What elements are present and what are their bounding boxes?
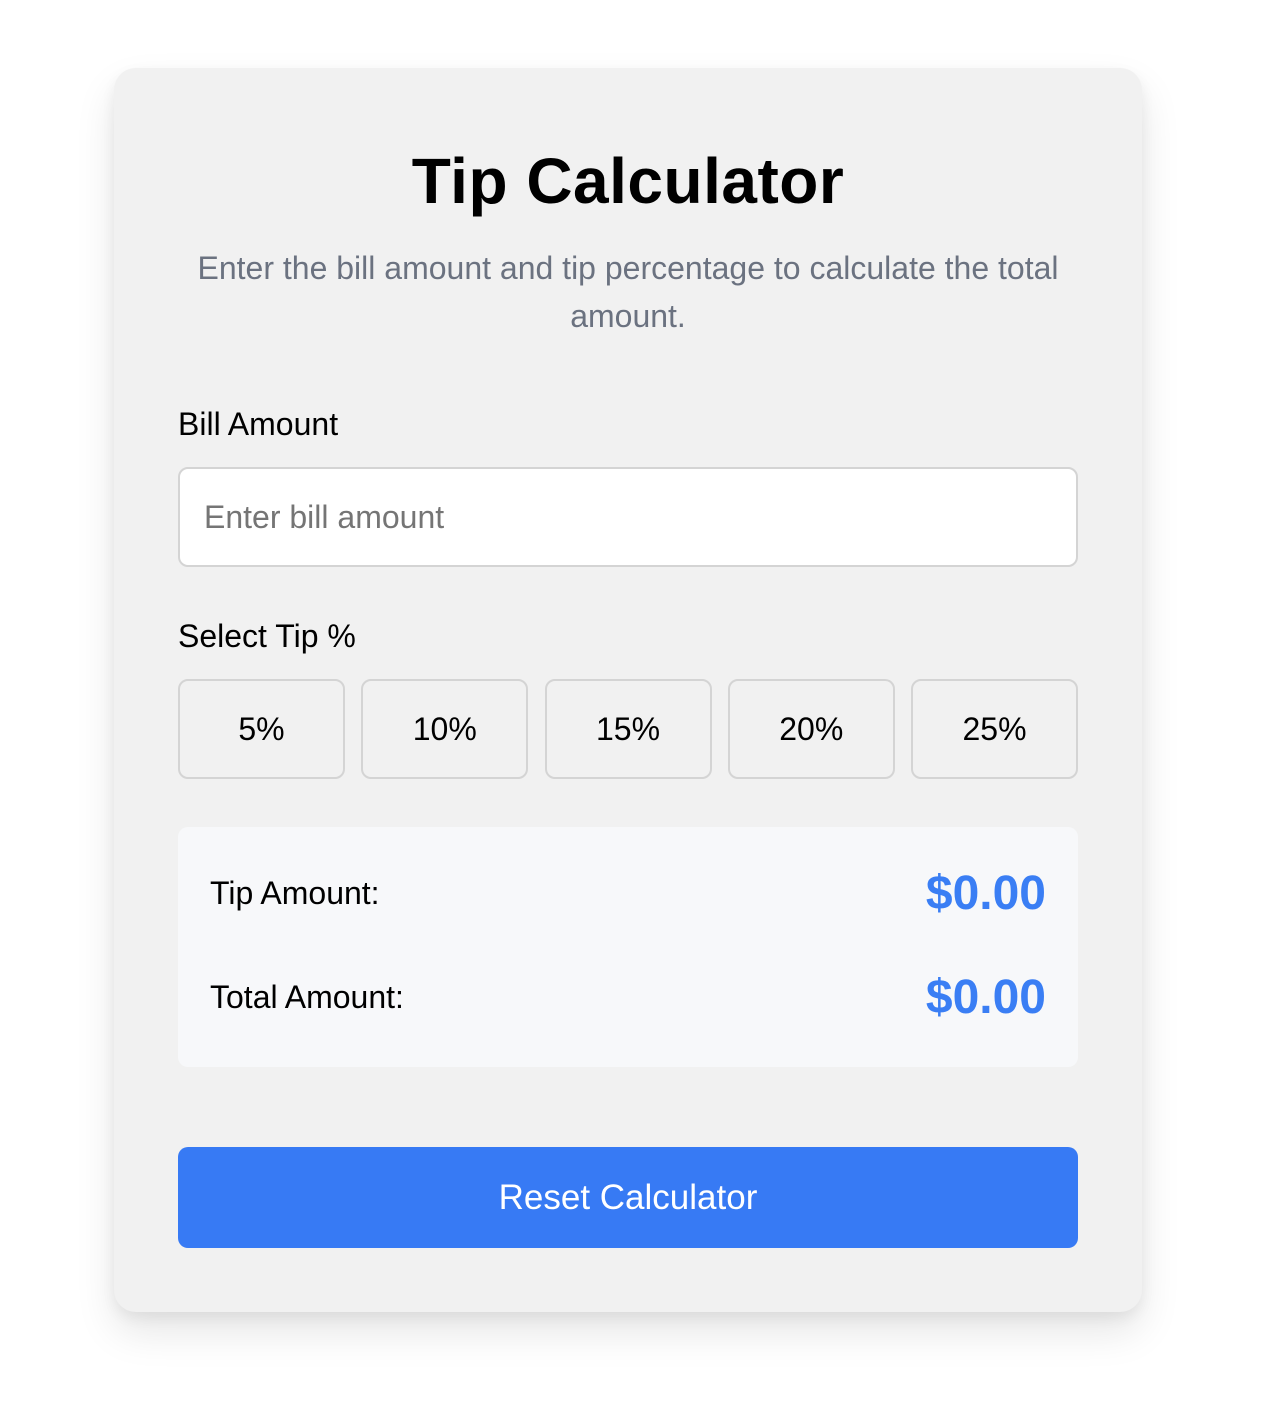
total-amount-value: $0.00: [925, 970, 1046, 1024]
tip-25-button[interactable]: 25%: [911, 679, 1078, 779]
tip-15-button[interactable]: 15%: [544, 679, 712, 779]
tip-options: 5% 10% 15% 20% 25%: [178, 679, 1078, 779]
tip-amount-row: Tip Amount: $0.00: [210, 861, 1046, 925]
tip-5-button[interactable]: 5%: [178, 679, 345, 779]
results-panel: Tip Amount: $0.00 Total Amount: $0.00: [178, 827, 1078, 1067]
tip-amount-label: Tip Amount:: [210, 874, 380, 911]
tip-20-button[interactable]: 20%: [727, 679, 895, 779]
tip-calculator-card: Tip Calculator Enter the bill amount and…: [114, 68, 1142, 1312]
tip-percent-label: Select Tip %: [178, 618, 356, 654]
page-title: Tip Calculator: [411, 145, 845, 217]
tip-amount-value: $0.00: [925, 866, 1046, 920]
reset-calculator-button[interactable]: Reset Calculator: [178, 1147, 1078, 1248]
bill-amount-input[interactable]: [178, 467, 1078, 567]
total-amount-label: Total Amount:: [210, 978, 404, 1015]
tip-10-button[interactable]: 10%: [361, 679, 529, 779]
total-amount-row: Total Amount: $0.00: [210, 965, 1046, 1029]
bill-amount-label: Bill Amount: [178, 406, 339, 442]
page-subtitle: Enter the bill amount and tip percentage…: [197, 250, 1059, 334]
